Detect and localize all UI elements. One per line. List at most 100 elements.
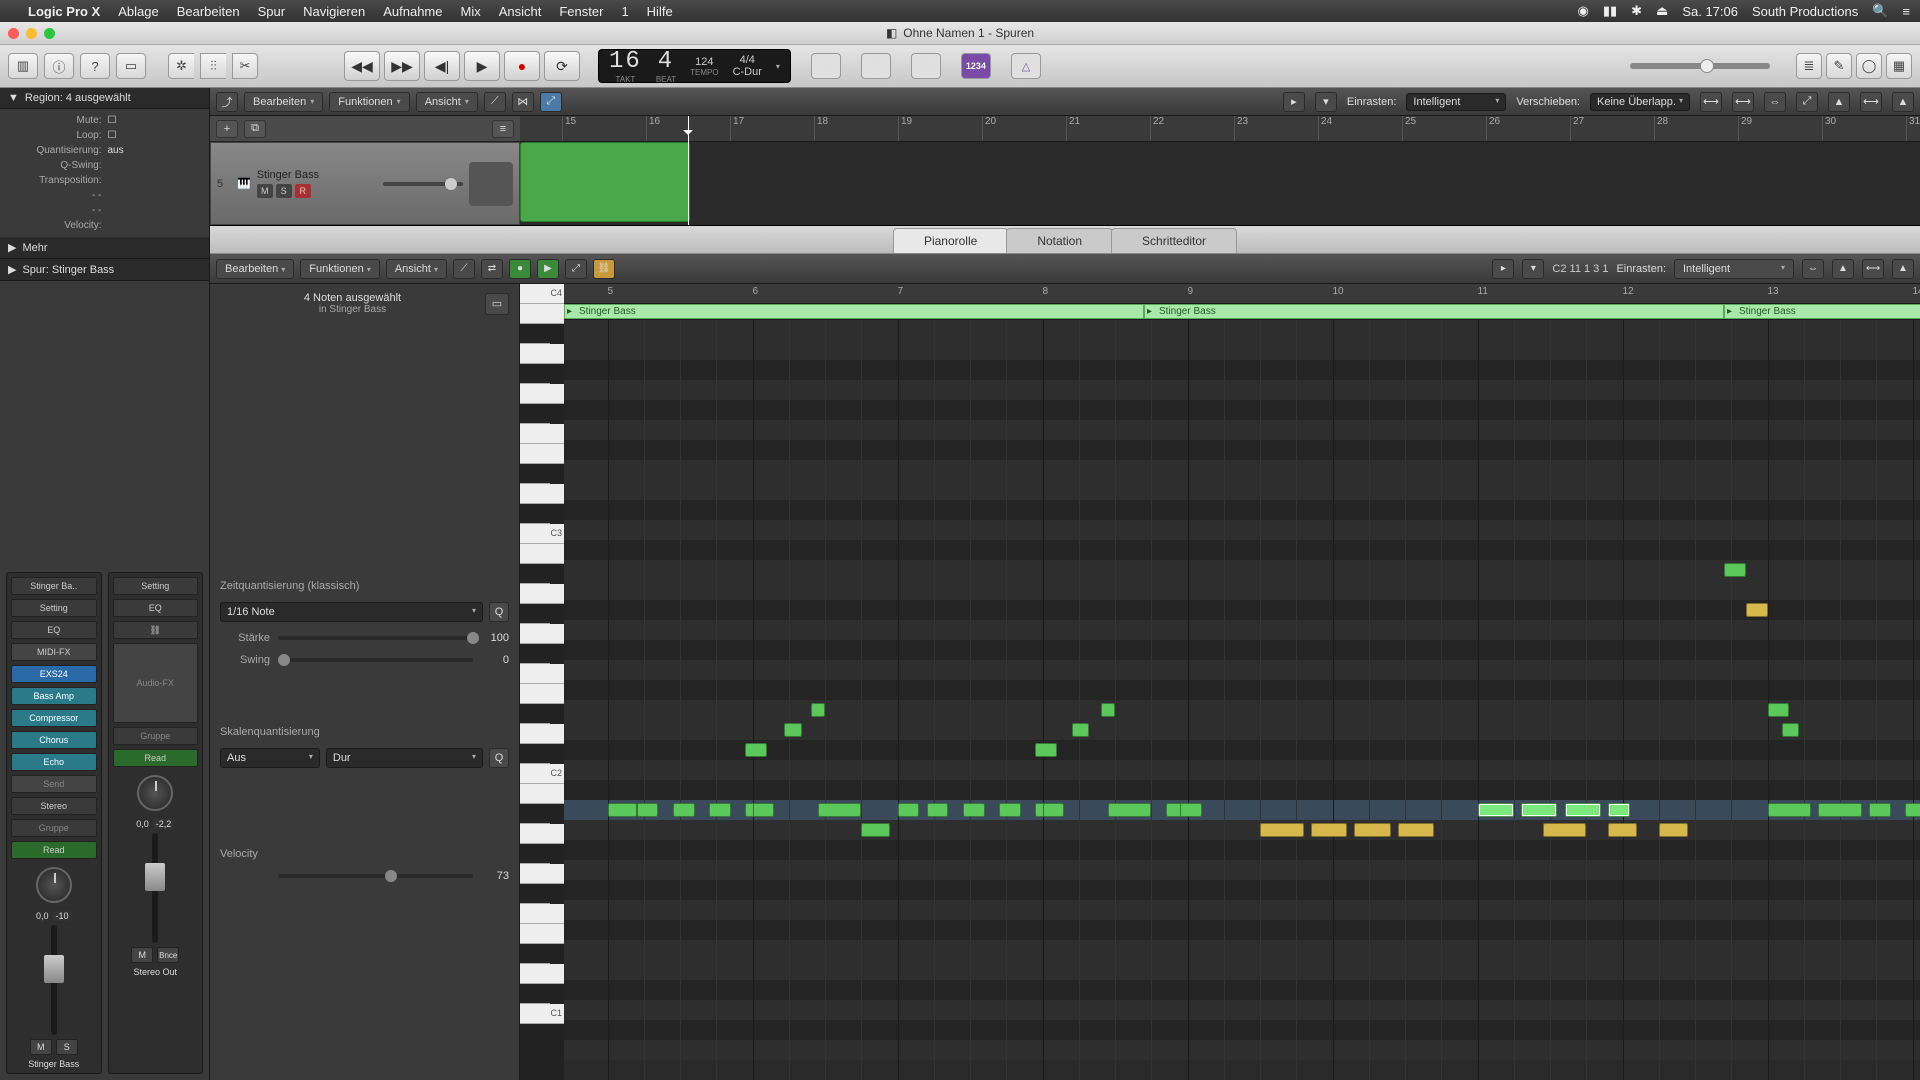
track-header[interactable]: 5 🎹 Stinger Bass M S R [210, 142, 520, 225]
bar-ruler[interactable]: 1516171819202122232425262728293031 [520, 116, 1920, 142]
midi-note[interactable] [1260, 823, 1304, 837]
piano-key[interactable] [520, 424, 564, 444]
zoom-button[interactable]: ⇔ [1764, 92, 1786, 112]
piano-key[interactable] [520, 844, 550, 864]
midi-note[interactable] [1768, 803, 1812, 817]
pianoroll-grid[interactable]: Tonhöhe: C2 Velocity: 82 [564, 320, 1920, 1080]
piano-key[interactable] [520, 904, 564, 924]
piano-key[interactable] [520, 564, 550, 584]
global-tracks-button[interactable]: ≡ [492, 120, 514, 138]
arrange-timeline[interactable]: 1516171819202122232425262728293031 [520, 116, 1920, 225]
pointer-tool[interactable]: ▸ [1283, 92, 1305, 112]
midi-note[interactable] [1180, 803, 1202, 817]
add-track-button[interactable]: + [216, 120, 238, 138]
lcd-display[interactable]: 16TAKT 4BEAT 124TEMPO 4/4C-Dur ▾ [598, 49, 791, 83]
piano-key[interactable] [520, 504, 550, 524]
tracks-edit-menu[interactable]: Bearbeiten ▾ [244, 92, 323, 112]
volume-fader[interactable] [44, 955, 64, 983]
tab-stepeditor[interactable]: Schritteditor [1111, 228, 1237, 253]
midi-note[interactable] [818, 803, 862, 817]
pr-collapse-button[interactable]: ⇄ [481, 259, 503, 279]
notes-button[interactable]: ✎ [1826, 53, 1852, 79]
pan-knob[interactable] [36, 867, 72, 903]
midi-note[interactable] [1869, 803, 1891, 817]
setting-slot[interactable]: Setting [113, 577, 199, 595]
bounce-button[interactable]: Bnce [157, 947, 179, 963]
drag-select[interactable]: Keine Überlapp. ▾ [1590, 93, 1690, 111]
group-slot[interactable]: Gruppe [113, 727, 199, 745]
toolbar-button[interactable]: ▭ [116, 53, 146, 79]
catch-button[interactable]: ⤢ [540, 92, 562, 112]
automation-mode[interactable]: Read [11, 841, 97, 859]
piano-key[interactable] [520, 824, 564, 844]
region-header[interactable]: Stinger Bass [1144, 304, 1724, 319]
midi-note[interactable] [1398, 823, 1434, 837]
piano-key[interactable] [520, 864, 564, 884]
pianoroll-region-bar[interactable]: Stinger BassStinger BassStinger Bass [564, 304, 1920, 320]
piano-key[interactable] [520, 364, 550, 384]
region-header[interactable]: Stinger Bass [1724, 304, 1920, 319]
midi-note[interactable] [784, 723, 801, 737]
quantize-value[interactable]: aus [102, 145, 202, 156]
midi-note[interactable] [861, 823, 890, 837]
audiofx-slot[interactable]: Chorus [11, 731, 97, 749]
region-header[interactable]: Stinger Bass [564, 304, 1144, 319]
piano-key[interactable] [520, 964, 564, 984]
pr-link-button[interactable]: ⛓ [593, 259, 615, 279]
pointer-tool[interactable]: ▸ [1492, 259, 1514, 279]
midi-note[interactable] [1043, 803, 1065, 817]
piano-key[interactable] [520, 804, 550, 824]
audiofx-slot[interactable]: Echo [11, 753, 97, 771]
replace-mode-button[interactable]: ⊘ [811, 53, 841, 79]
send-slot[interactable]: Send [11, 775, 97, 793]
track-mute[interactable]: M [257, 184, 273, 198]
loops-button[interactable]: ◯ [1856, 53, 1882, 79]
library-button[interactable]: ▥ [8, 53, 38, 79]
pr-inspector-toggle[interactable]: ▭ [485, 293, 509, 315]
stop-button[interactable]: ◀| [424, 51, 460, 81]
midi-note[interactable] [709, 803, 731, 817]
pr-edit-menu[interactable]: Bearbeiten ▾ [216, 259, 294, 279]
master-volume-slider[interactable] [1630, 63, 1770, 69]
piano-key[interactable] [520, 444, 564, 464]
loop-checkbox[interactable]: ☐ [102, 130, 202, 141]
midi-note[interactable] [1354, 823, 1390, 837]
pr-snap-select[interactable]: Intelligent ▾ [1674, 259, 1794, 279]
strip-name[interactable]: Stinger Ba.. [11, 577, 97, 595]
piano-key[interactable] [520, 724, 564, 744]
track-volume-slider[interactable] [383, 182, 463, 186]
status-icon[interactable]: ✱ [1631, 3, 1642, 19]
tuner-button[interactable]: ⊟ [911, 53, 941, 79]
pan-knob[interactable] [137, 775, 173, 811]
midi-note[interactable] [811, 703, 826, 717]
quick-help-button[interactable]: ? [80, 53, 110, 79]
menu-ablage[interactable]: Ablage [118, 4, 158, 19]
piano-key[interactable] [520, 584, 564, 604]
zoom-button[interactable]: ⟷ [1700, 92, 1722, 112]
piano-key[interactable] [520, 744, 550, 764]
pr-midi-out-button[interactable]: ▶ [537, 259, 559, 279]
metronome-button[interactable]: △ [1011, 53, 1041, 79]
tab-pianoroll[interactable]: Pianorolle [893, 228, 1008, 253]
pr-automation-button[interactable]: ⟋ [453, 259, 475, 279]
tracks-menu-icon[interactable]: ⤴ [216, 92, 238, 112]
cycle-button[interactable]: ⟳ [544, 51, 580, 81]
menu-mix[interactable]: Mix [461, 4, 481, 19]
editors-button[interactable]: ✂ [232, 53, 258, 79]
playhead[interactable] [688, 116, 689, 225]
browser-button[interactable]: ▦ [1886, 53, 1912, 79]
track-inspector-header[interactable]: ▶ Spur: Stinger Bass [0, 259, 209, 281]
track-solo[interactable]: S [276, 184, 292, 198]
midi-note[interactable] [1108, 803, 1152, 817]
quantize-apply-button[interactable]: Q [489, 602, 509, 622]
menu-fenster[interactable]: Fenster [559, 4, 603, 19]
midi-note[interactable] [1101, 703, 1116, 717]
pr-functions-menu[interactable]: Funktionen ▾ [300, 259, 380, 279]
midi-region[interactable] [520, 142, 690, 222]
piano-key[interactable] [520, 384, 564, 404]
midi-note[interactable] [1768, 703, 1790, 717]
piano-key[interactable] [520, 344, 564, 364]
midi-note[interactable] [963, 803, 985, 817]
piano-key[interactable] [520, 664, 564, 684]
status-icon[interactable]: ◉ [1577, 3, 1588, 19]
